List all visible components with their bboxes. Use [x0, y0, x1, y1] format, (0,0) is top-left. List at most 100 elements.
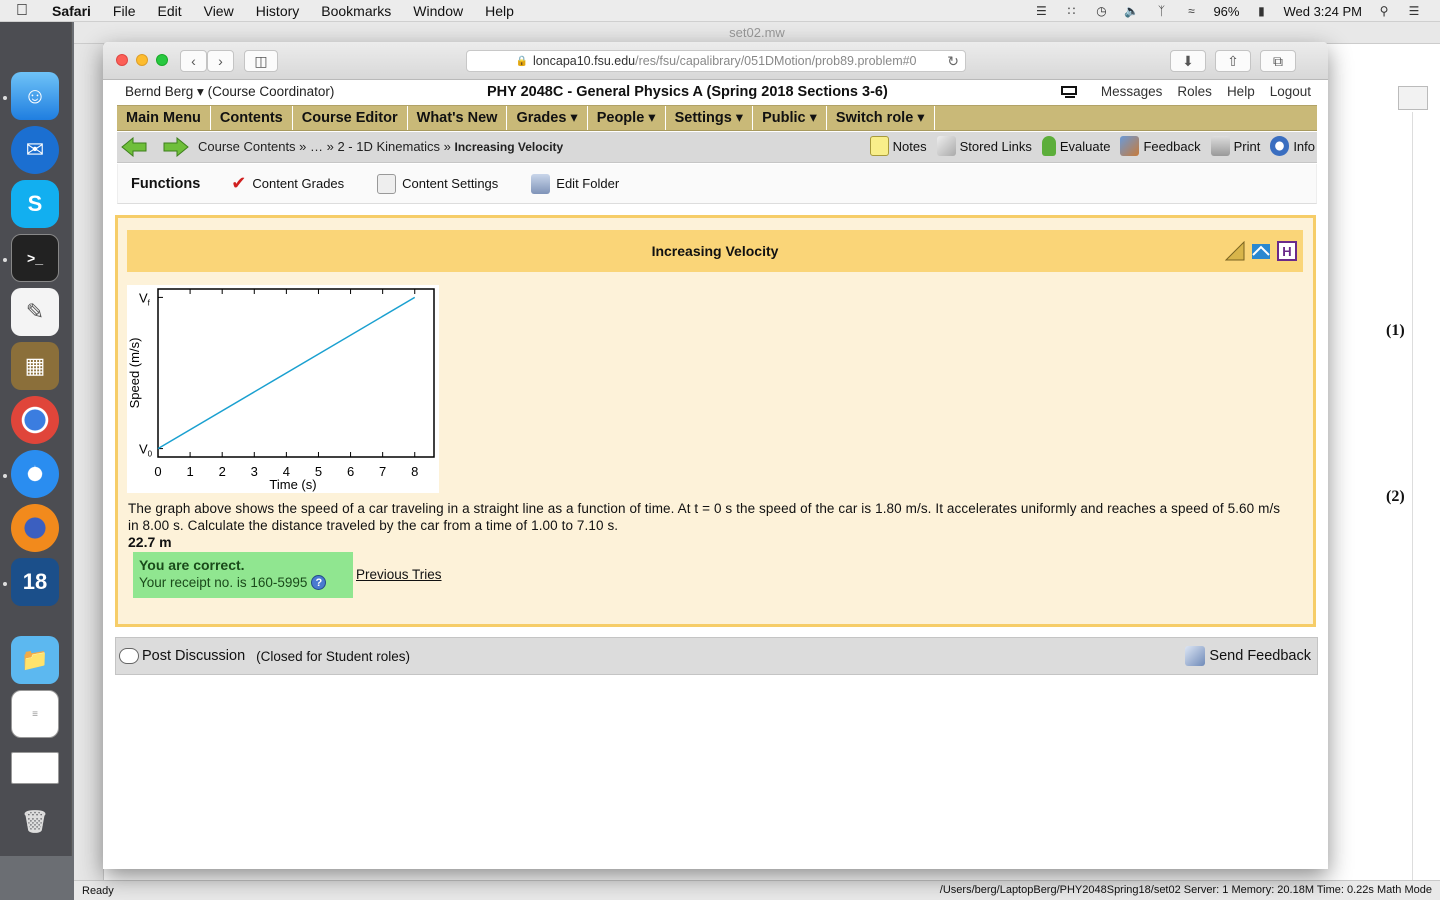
- feedback-button[interactable]: Feedback: [1120, 136, 1201, 156]
- sidebar-toggle-button[interactable]: ◫: [244, 50, 278, 72]
- menu-settings[interactable]: Settings ▾: [666, 106, 754, 130]
- menu-edit[interactable]: Edit: [157, 3, 181, 19]
- grid-dots-icon[interactable]: ∷: [1063, 5, 1079, 17]
- maple-palette-strip[interactable]: [74, 44, 104, 884]
- tabs-icon: ⧉: [1273, 52, 1283, 69]
- logout-link[interactable]: Logout: [1270, 84, 1311, 99]
- back-button[interactable]: ‹: [180, 50, 207, 72]
- menu-app-safari[interactable]: Safari: [52, 3, 91, 19]
- safari-icon[interactable]: ✦: [11, 450, 59, 498]
- macos-menubar:  Safari File Edit View History Bookmark…: [0, 0, 1440, 22]
- evaluate-label: Evaluate: [1059, 138, 1111, 154]
- firefox-icon[interactable]: [11, 504, 59, 552]
- next-arrow-icon[interactable]: [163, 137, 189, 157]
- share-button[interactable]: ⇧: [1215, 50, 1251, 72]
- feedback-icon: [1120, 136, 1140, 156]
- terminal-icon[interactable]: >_: [11, 234, 59, 282]
- menu-window[interactable]: Window: [413, 3, 463, 19]
- print-label: Print: [1233, 138, 1261, 154]
- ruler-triangle-icon[interactable]: [1225, 241, 1245, 261]
- menu-view[interactable]: View: [204, 3, 234, 19]
- maple-status-bar: Ready /Users/berg/LaptopBerg/PHY2048Spri…: [74, 880, 1440, 900]
- discussion-bar: Post Discussion (Closed for Student role…: [115, 637, 1318, 675]
- menu-public[interactable]: Public ▾: [753, 106, 827, 130]
- menu-main-menu[interactable]: Main Menu: [117, 106, 211, 130]
- breadcrumb[interactable]: Course Contents » … » 2 - 1D Kinematics …: [198, 139, 563, 154]
- breadcrumb-path[interactable]: Course Contents » … » 2 - 1D Kinematics …: [198, 139, 455, 154]
- edit-folder-link[interactable]: Edit Folder: [531, 173, 619, 194]
- menu-switch-role[interactable]: Switch role ▾: [827, 106, 935, 130]
- x-tick-label: 1: [186, 464, 193, 479]
- menu-whats-new[interactable]: What's New: [408, 106, 508, 130]
- content-grades-link[interactable]: ✔ Content Grades: [231, 173, 344, 194]
- page-tools: Notes Stored Links Evaluate Feedback Pri…: [869, 136, 1315, 156]
- send-feedback-link[interactable]: Send Feedback: [1185, 646, 1311, 666]
- info-button[interactable]: Info: [1270, 136, 1315, 156]
- roles-link[interactable]: Roles: [1177, 84, 1212, 99]
- time-machine-icon[interactable]: ◷: [1093, 5, 1109, 17]
- menubar-clock[interactable]: Wed 3:24 PM: [1283, 4, 1362, 19]
- downloads-button[interactable]: ⬇: [1170, 50, 1206, 72]
- calculator-icon[interactable]: ▦: [11, 342, 59, 390]
- chat-bubble-icon: [119, 648, 139, 664]
- finder-icon[interactable]: ☺: [11, 72, 59, 120]
- menu-file[interactable]: File: [113, 3, 136, 19]
- messages-link[interactable]: Messages: [1101, 84, 1163, 99]
- send-feedback-label: Send Feedback: [1209, 648, 1311, 664]
- menu-people[interactable]: People ▾: [588, 106, 666, 130]
- open-book-icon[interactable]: [1251, 241, 1271, 261]
- bluetooth-icon[interactable]: ᛉ: [1153, 5, 1169, 17]
- menu-contents[interactable]: Contents: [211, 106, 293, 130]
- download-icon: ⬇: [1182, 52, 1194, 69]
- info-label: Info: [1293, 138, 1315, 154]
- menu-grades[interactable]: Grades ▾: [507, 106, 588, 130]
- document-thumbnail-icon[interactable]: ≡: [11, 690, 59, 738]
- maple-panel-toggle-icon[interactable]: [1398, 86, 1428, 110]
- folder-icon[interactable]: 📁: [11, 636, 59, 684]
- close-window-icon[interactable]: [116, 54, 128, 66]
- menu-course-editor[interactable]: Course Editor: [293, 106, 408, 130]
- post-discussion-link[interactable]: Post Discussion: [142, 648, 245, 664]
- monitor-icon[interactable]: [1060, 85, 1078, 99]
- wifi-icon[interactable]: ≈: [1183, 5, 1199, 17]
- zoom-window-icon[interactable]: [156, 54, 168, 66]
- address-bar[interactable]: 🔒 loncapa10.fsu.edu/res/fsu/capalibrary/…: [466, 50, 966, 72]
- chrome-icon[interactable]: [11, 396, 59, 444]
- apple-menu-icon[interactable]: : [16, 2, 38, 20]
- cast-icon[interactable]: ☰: [1033, 5, 1049, 17]
- tabs-overview-button[interactable]: ⧉: [1260, 50, 1296, 72]
- volume-icon[interactable]: 🔈: [1123, 5, 1139, 17]
- trash-icon[interactable]: 🗑: [11, 798, 59, 846]
- notes-button[interactable]: Notes: [869, 136, 927, 156]
- menu-bookmarks[interactable]: Bookmarks: [321, 3, 391, 19]
- user-role-dropdown[interactable]: Bernd Berg ▾ (Course Coordinator): [125, 84, 334, 100]
- window-thumbnail-icon[interactable]: [11, 752, 59, 784]
- previous-tries-link[interactable]: Previous Tries: [356, 567, 442, 582]
- menu-history[interactable]: History: [256, 3, 300, 19]
- reload-icon[interactable]: ↻: [947, 53, 959, 70]
- maple-ruler: [1412, 112, 1413, 892]
- battery-icon[interactable]: ▮: [1253, 5, 1269, 17]
- textedit-icon[interactable]: ✎: [11, 288, 59, 336]
- skype-icon[interactable]: S: [11, 180, 59, 228]
- x-axis-label: Time (s): [269, 477, 316, 492]
- content-settings-link[interactable]: Content Settings: [377, 173, 498, 194]
- thunderbird-icon[interactable]: ✉: [11, 126, 59, 174]
- battery-percent[interactable]: 96%: [1213, 4, 1239, 19]
- maple-icon[interactable]: 18: [11, 558, 59, 606]
- evaluate-button[interactable]: Evaluate: [1041, 136, 1111, 156]
- minimize-window-icon[interactable]: [136, 54, 148, 66]
- menu-help[interactable]: Help: [485, 3, 514, 19]
- help-question-icon[interactable]: ?: [311, 575, 327, 590]
- notification-center-icon[interactable]: ☰: [1406, 5, 1422, 17]
- equation-label-1: (1): [1386, 322, 1405, 339]
- help-link[interactable]: Help: [1227, 84, 1255, 99]
- discussion-closed-note: (Closed for Student roles): [256, 648, 410, 664]
- html-editor-icon[interactable]: H: [1277, 241, 1297, 261]
- dock-running-dot: [3, 96, 7, 100]
- print-button[interactable]: Print: [1210, 136, 1261, 156]
- spotlight-search-icon[interactable]: ⚲: [1376, 5, 1392, 17]
- forward-button[interactable]: ›: [207, 50, 234, 72]
- previous-arrow-icon[interactable]: [121, 137, 147, 157]
- stored-links-button[interactable]: Stored Links: [936, 136, 1032, 156]
